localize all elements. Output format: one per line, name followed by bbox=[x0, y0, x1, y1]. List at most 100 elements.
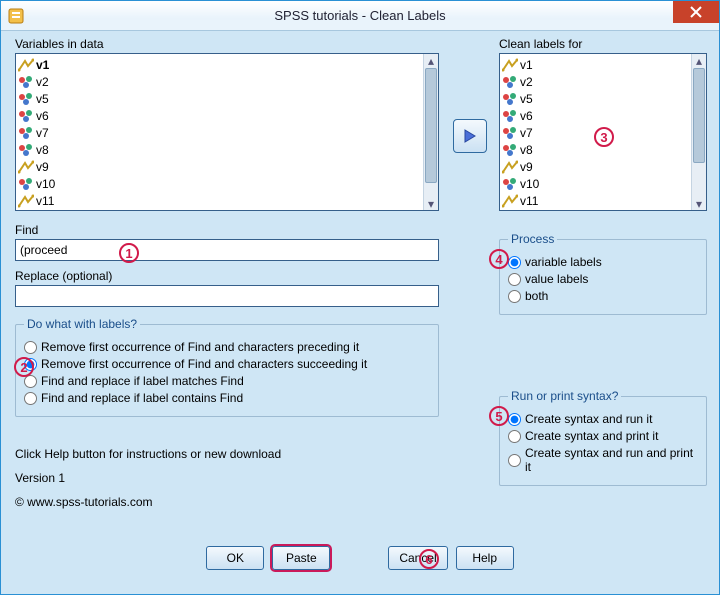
list-item-label: v5 bbox=[520, 92, 533, 106]
list-item[interactable]: v5 bbox=[18, 90, 422, 107]
nominal-icon bbox=[18, 126, 34, 140]
nominal-icon bbox=[18, 92, 34, 106]
radio-option[interactable]: Create syntax and print it bbox=[508, 429, 698, 443]
radio-label: Create syntax and print it bbox=[525, 429, 658, 443]
list-item-label: v6 bbox=[520, 109, 533, 123]
radio-input[interactable] bbox=[24, 375, 37, 388]
radio-option[interactable]: Find and replace if label contains Find bbox=[24, 391, 430, 405]
do-what-group: Do what with labels? Remove first occurr… bbox=[15, 317, 439, 417]
variables-in-data-section: Variables in data v1v2 v5 v6 v7v8v9 v10v11 ▴… bbox=[15, 37, 439, 211]
radio-label: both bbox=[525, 289, 548, 303]
clean-labels-for-list[interactable]: v1v2 v5 v6v7 v8 v9 v10 v11 ▴ ▾ bbox=[499, 53, 707, 211]
scroll-down-icon[interactable]: ▾ bbox=[692, 197, 706, 210]
list-item[interactable]: v10 bbox=[18, 175, 422, 192]
find-input[interactable] bbox=[15, 239, 439, 261]
list-item[interactable]: v7 bbox=[502, 124, 690, 141]
list-item[interactable]: v11 bbox=[502, 192, 690, 208]
scroll-thumb[interactable] bbox=[693, 68, 705, 163]
radio-label: Find and replace if label contains Find bbox=[41, 391, 243, 405]
info-line: Click Help button for instructions or ne… bbox=[15, 447, 281, 461]
list-item-label: v8 bbox=[520, 143, 533, 157]
radio-option[interactable]: variable labels bbox=[508, 255, 698, 269]
radio-input[interactable] bbox=[508, 256, 521, 269]
radio-label: variable labels bbox=[525, 255, 602, 269]
nominal-icon bbox=[502, 92, 518, 106]
list-item-label: v6 bbox=[36, 109, 49, 123]
scale-icon bbox=[18, 160, 34, 174]
scroll-up-icon[interactable]: ▴ bbox=[692, 54, 706, 67]
info-text-block: Click Help button for instructions or ne… bbox=[15, 447, 281, 509]
radio-input[interactable] bbox=[508, 290, 521, 303]
radio-option[interactable]: value labels bbox=[508, 272, 698, 286]
list-item[interactable]: v11 bbox=[18, 192, 422, 208]
list-item[interactable]: v8 bbox=[18, 141, 422, 158]
list-item-label: v9 bbox=[520, 160, 533, 174]
variables-in-data-list[interactable]: v1v2 v5 v6 v7v8v9 v10v11 ▴ ▾ bbox=[15, 53, 439, 211]
list-item[interactable]: v6 bbox=[18, 107, 422, 124]
clean-labels-for-label: Clean labels for bbox=[499, 37, 707, 51]
radio-input[interactable] bbox=[508, 454, 521, 467]
scrollbar[interactable]: ▴ ▾ bbox=[691, 54, 706, 210]
radio-input[interactable] bbox=[508, 273, 521, 286]
find-section: Find bbox=[15, 223, 439, 261]
move-right-button[interactable] bbox=[453, 119, 487, 153]
radio-option[interactable]: Remove first occurrence of Find and char… bbox=[24, 357, 430, 371]
replace-input[interactable] bbox=[15, 285, 439, 307]
variables-in-data-label: Variables in data bbox=[15, 37, 439, 51]
radio-option[interactable]: both bbox=[508, 289, 698, 303]
radio-label: Find and replace if label matches Find bbox=[41, 374, 244, 388]
list-item-label: v10 bbox=[36, 177, 55, 191]
radio-input[interactable] bbox=[24, 392, 37, 405]
radio-label: Remove first occurrence of Find and char… bbox=[41, 357, 367, 371]
ok-button[interactable]: OK bbox=[206, 546, 264, 570]
list-item[interactable]: v5 bbox=[502, 90, 690, 107]
scrollbar[interactable]: ▴ ▾ bbox=[423, 54, 438, 210]
nominal-icon bbox=[18, 143, 34, 157]
list-item[interactable]: v9 bbox=[502, 158, 690, 175]
nominal-icon bbox=[502, 177, 518, 191]
list-item[interactable]: v2 bbox=[502, 73, 690, 90]
nominal-icon bbox=[18, 177, 34, 191]
cancel-button[interactable]: Cancel bbox=[388, 546, 447, 570]
process-legend: Process bbox=[508, 232, 557, 246]
list-item[interactable]: v7 bbox=[18, 124, 422, 141]
radio-input[interactable] bbox=[508, 430, 521, 443]
list-item[interactable]: v10 bbox=[502, 175, 690, 192]
radio-option[interactable]: Create syntax and run and print it bbox=[508, 446, 698, 474]
radio-label: Create syntax and run it bbox=[525, 412, 652, 426]
radio-option[interactable]: Create syntax and run it bbox=[508, 412, 698, 426]
scale-icon bbox=[18, 58, 34, 72]
scroll-thumb[interactable] bbox=[425, 68, 437, 183]
scroll-down-icon[interactable]: ▾ bbox=[424, 197, 438, 210]
radio-option[interactable]: Find and replace if label matches Find bbox=[24, 374, 430, 388]
dialog-content: Variables in data v1v2v5v6v7v8v9v10v11 ▴… bbox=[15, 37, 705, 580]
list-item-label: v1 bbox=[36, 58, 49, 72]
scale-icon bbox=[18, 194, 34, 208]
scroll-up-icon[interactable]: ▴ bbox=[424, 54, 438, 67]
list-item-label: v10 bbox=[520, 177, 539, 191]
radio-input[interactable] bbox=[24, 358, 37, 371]
run-or-print-group: Run or print syntax? Create syntax and r… bbox=[499, 389, 707, 486]
paste-button[interactable]: Paste bbox=[272, 546, 330, 570]
radio-option[interactable]: Remove first occurrence of Find and char… bbox=[24, 340, 430, 354]
radio-input[interactable] bbox=[508, 413, 521, 426]
radio-input[interactable] bbox=[24, 341, 37, 354]
list-item[interactable]: v6 bbox=[502, 107, 690, 124]
run-or-print-legend: Run or print syntax? bbox=[508, 389, 621, 403]
close-button[interactable] bbox=[673, 1, 719, 23]
nominal-icon bbox=[18, 109, 34, 123]
list-item-label: v5 bbox=[36, 92, 49, 106]
list-item[interactable]: v1 bbox=[502, 56, 690, 73]
list-item[interactable]: v9 bbox=[18, 158, 422, 175]
list-item-label: v11 bbox=[520, 194, 538, 208]
list-item-label: v7 bbox=[36, 126, 49, 140]
info-copyright: © www.spss-tutorials.com bbox=[15, 495, 281, 509]
list-item[interactable]: v8 bbox=[502, 141, 690, 158]
window-title: SPSS tutorials - Clean Labels bbox=[1, 8, 719, 23]
help-button[interactable]: Help bbox=[456, 546, 514, 570]
list-item[interactable]: v1 bbox=[18, 56, 422, 73]
list-item-label: v1 bbox=[520, 58, 533, 72]
radio-label: Create syntax and run and print it bbox=[525, 446, 698, 474]
list-item[interactable]: v2 bbox=[18, 73, 422, 90]
scale-icon bbox=[502, 58, 518, 72]
